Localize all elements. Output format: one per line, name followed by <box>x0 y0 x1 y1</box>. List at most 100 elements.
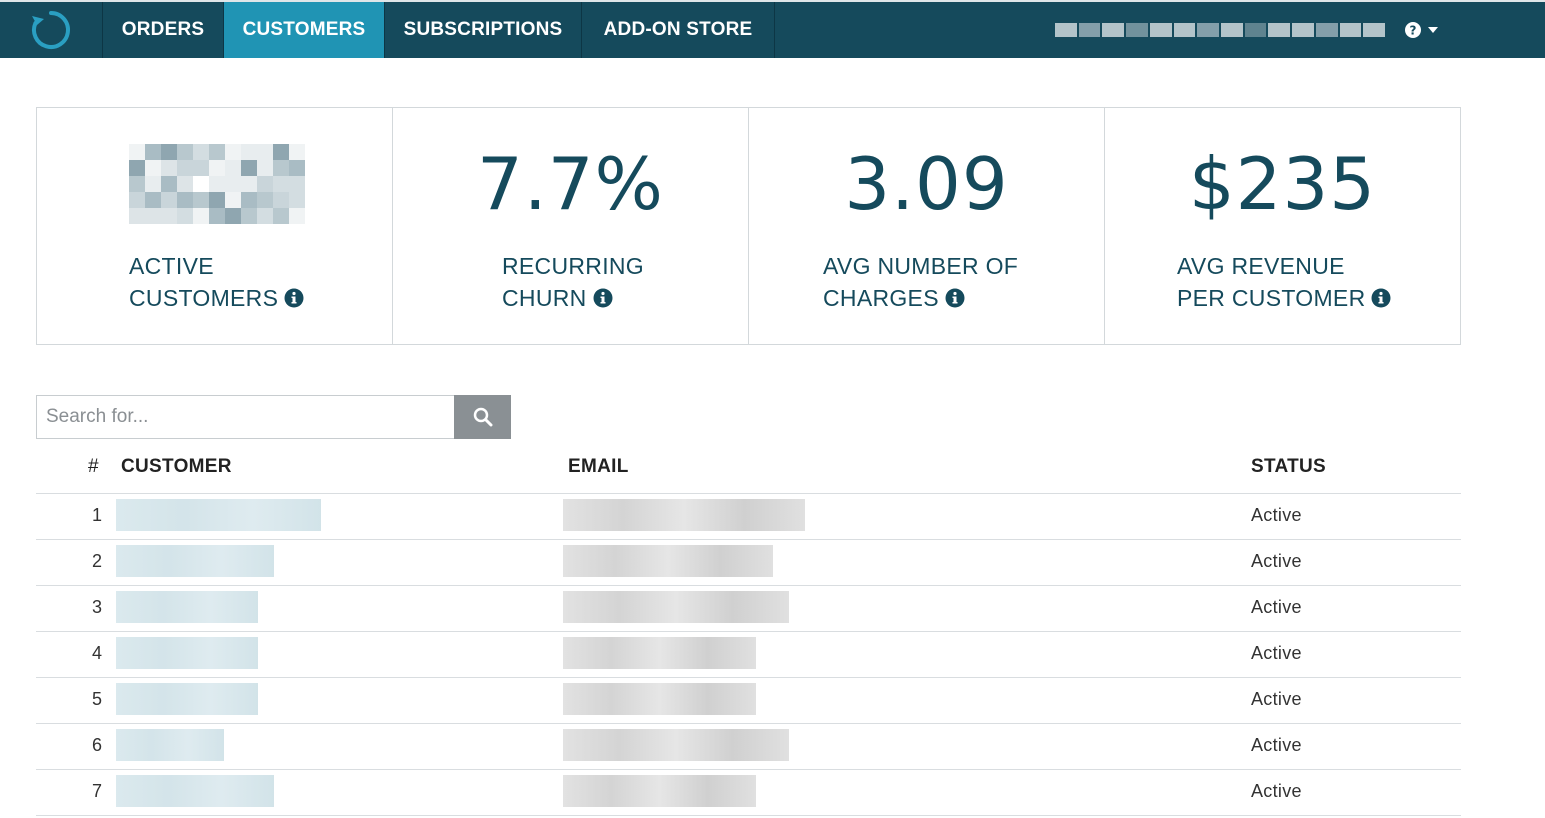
col-email[interactable]: EMAIL <box>568 456 629 478</box>
nav-customers[interactable]: CUSTOMERS <box>224 2 385 58</box>
search-input[interactable] <box>36 395 454 439</box>
redaction-pixel <box>129 160 145 176</box>
table-row[interactable]: 2 Active <box>36 540 1461 586</box>
redaction-pixel <box>177 192 193 208</box>
info-icon[interactable] <box>593 284 613 316</box>
redaction-pixel <box>225 176 241 192</box>
redaction-pixel <box>161 144 177 160</box>
table-row[interactable]: 3 Active <box>36 586 1461 632</box>
redacted-email[interactable] <box>563 683 756 715</box>
stats-panel: ACTIVE CUSTOMERS 7.7% RECURRING CHURN 3.… <box>36 107 1461 345</box>
redacted-email[interactable] <box>563 591 789 623</box>
redacted-customer-name[interactable] <box>116 683 258 715</box>
redaction-pixel <box>225 192 241 208</box>
table-row[interactable]: 6 Active <box>36 724 1461 770</box>
redaction-pixel <box>225 144 241 160</box>
col-status[interactable]: STATUS <box>1251 456 1326 478</box>
redaction-pixel <box>177 144 193 160</box>
row-number: 1 <box>91 505 102 525</box>
redaction-pixel <box>129 176 145 192</box>
stat-label: AVG NUMBER OF CHARGES <box>823 250 1018 316</box>
redacted-value <box>129 144 305 224</box>
redaction-pixel <box>193 144 209 160</box>
row-number: 4 <box>91 643 102 663</box>
nav-add-on-store[interactable]: ADD-ON STORE <box>582 2 775 58</box>
redaction-pixel <box>193 176 209 192</box>
redaction-pixel <box>241 176 257 192</box>
redacted-customer-name[interactable] <box>116 591 258 623</box>
status-text: Active <box>1251 689 1302 709</box>
redacted-email[interactable] <box>563 775 756 807</box>
info-icon[interactable] <box>945 284 965 316</box>
redaction-pixel <box>209 144 225 160</box>
redacted-customer-name[interactable] <box>116 545 274 577</box>
info-icon[interactable] <box>1371 284 1391 316</box>
table-header: # CUSTOMER EMAIL STATUS <box>36 446 1461 494</box>
search-icon <box>473 407 492 427</box>
status-text: Active <box>1251 781 1302 801</box>
redaction-pixel <box>177 176 193 192</box>
redaction-pixel <box>257 176 273 192</box>
redacted-email[interactable] <box>563 637 756 669</box>
redacted-customer-name[interactable] <box>116 775 274 807</box>
redaction-pixel <box>241 160 257 176</box>
table-row[interactable]: 1 Active <box>36 494 1461 540</box>
redaction-pixel <box>289 176 305 192</box>
redaction-pixel <box>193 192 209 208</box>
stat-label: ACTIVE CUSTOMERS <box>129 250 304 316</box>
col-customer[interactable]: CUSTOMER <box>121 456 232 478</box>
table-row[interactable]: 4 Active <box>36 632 1461 678</box>
status-text: Active <box>1251 597 1302 617</box>
redacted-email[interactable] <box>563 499 805 531</box>
stat-avg-revenue: $235 AVG REVENUE PER CUSTOMER <box>1105 108 1460 344</box>
stat-recurring-churn: 7.7% RECURRING CHURN <box>393 108 749 344</box>
redaction-pixel <box>129 208 145 224</box>
redaction-pixel <box>289 208 305 224</box>
redaction-pixel <box>257 192 273 208</box>
help-menu[interactable]: ? <box>1404 18 1438 42</box>
redacted-email[interactable] <box>563 729 789 761</box>
redacted-customer-name[interactable] <box>116 637 258 669</box>
customers-table: # CUSTOMER EMAIL STATUS 1 Active 2 Active 3 A… <box>36 446 1461 816</box>
logo-icon[interactable] <box>0 2 103 58</box>
redaction-pixel <box>209 176 225 192</box>
row-number: 6 <box>91 735 102 755</box>
account-menu[interactable] <box>1055 10 1386 50</box>
table-row[interactable]: 5 Active <box>36 678 1461 724</box>
nav-subscriptions[interactable]: SUBSCRIPTIONS <box>385 2 582 58</box>
redaction-pixel <box>161 176 177 192</box>
redaction-pixel <box>145 144 161 160</box>
stat-avg-charges: 3.09 AVG NUMBER OF CHARGES <box>749 108 1105 344</box>
redaction-pixel <box>145 176 161 192</box>
stat-active-customers: ACTIVE CUSTOMERS <box>37 108 393 344</box>
redaction-pixel <box>209 208 225 224</box>
redacted-customer-name[interactable] <box>116 499 321 531</box>
top-navbar: ORDERS CUSTOMERS SUBSCRIPTIONS ADD-ON ST… <box>0 0 1545 58</box>
search-bar <box>36 395 511 439</box>
redaction-pixel <box>129 144 145 160</box>
redaction-pixel <box>257 208 273 224</box>
caret-down-icon <box>1428 27 1438 33</box>
redaction-pixel <box>161 192 177 208</box>
redaction-pixel <box>273 176 289 192</box>
info-icon[interactable] <box>284 284 304 316</box>
row-number: 2 <box>91 551 102 571</box>
redacted-customer-name[interactable] <box>116 729 224 761</box>
status-text: Active <box>1251 735 1302 755</box>
search-button[interactable] <box>454 395 511 439</box>
redaction-pixel <box>241 144 257 160</box>
redaction-pixel <box>225 160 241 176</box>
status-text: Active <box>1251 643 1302 663</box>
redacted-account-name <box>1055 23 1386 37</box>
redaction-pixel <box>145 208 161 224</box>
redaction-pixel <box>209 192 225 208</box>
redaction-pixel <box>289 160 305 176</box>
redaction-pixel <box>273 144 289 160</box>
table-row[interactable]: 7 Active <box>36 770 1461 816</box>
redaction-pixel <box>177 160 193 176</box>
nav-orders[interactable]: ORDERS <box>103 2 224 58</box>
redacted-email[interactable] <box>563 545 773 577</box>
redaction-pixel <box>257 144 273 160</box>
col-number[interactable]: # <box>88 456 99 478</box>
redaction-pixel <box>289 144 305 160</box>
